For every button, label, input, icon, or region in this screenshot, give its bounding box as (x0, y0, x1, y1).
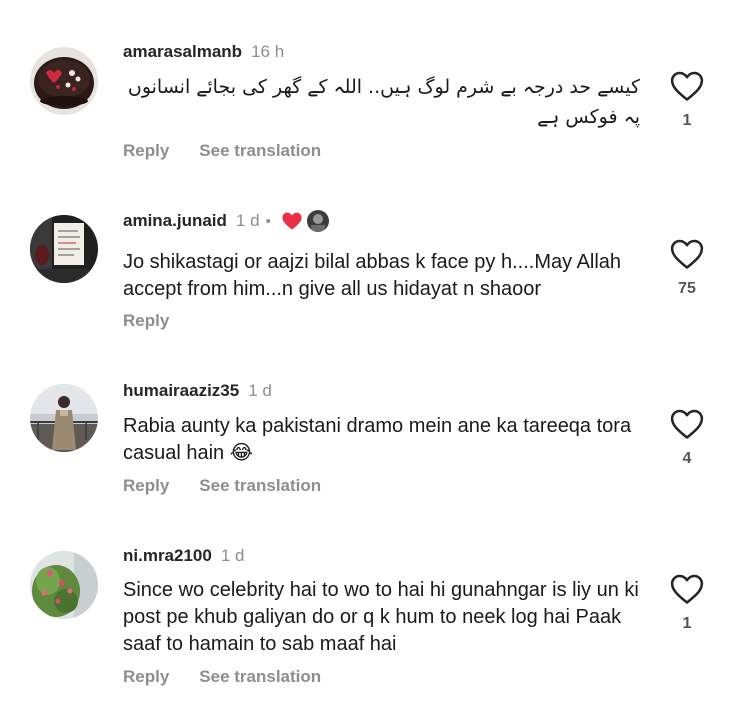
woman-standing-photo-avatar (30, 384, 98, 452)
comment-meta: humairaaziz35 1 d (123, 380, 272, 402)
username[interactable]: amina.junaid (123, 211, 227, 231)
comment-actions: Reply See translation (123, 667, 321, 687)
comment-meta: amarasalmanb 16 h (123, 41, 284, 63)
see-translation-button[interactable]: See translation (199, 141, 321, 161)
timestamp: 16 h (251, 42, 285, 61)
like-count: 75 (678, 280, 696, 297)
timestamp: 1 d (220, 546, 245, 565)
comment-actions: Reply (123, 311, 169, 331)
comment-text: Rabia aunty ka pakistani dramo mein ane … (123, 415, 632, 464)
avatar[interactable] (30, 384, 98, 452)
comment-actions: Reply See translation (123, 141, 321, 161)
comment-actions: Reply See translation (123, 476, 321, 496)
see-translation-button[interactable]: See translation (199, 667, 321, 687)
username[interactable]: amarasalmanb (123, 42, 242, 62)
comments-list: amarasalmanb 16 h کیسے حد درجہ بے شرم لو… (0, 0, 740, 725)
username[interactable]: humairaaziz35 (123, 381, 239, 401)
reply-button[interactable]: Reply (123, 141, 169, 161)
heart-outline-icon[interactable] (670, 238, 704, 270)
like-count: 1 (682, 615, 692, 632)
heart-outline-icon[interactable] (670, 408, 704, 440)
comment-meta: ni.mra2100 1 d (123, 545, 244, 567)
avatar[interactable] (30, 215, 98, 283)
heart-outline-icon[interactable] (670, 70, 704, 102)
reply-button[interactable]: Reply (123, 667, 169, 687)
timestamp: 1 d (248, 381, 272, 400)
cake-photo-avatar (30, 47, 98, 115)
comment-text: Since wo celebrity hai to wo to hai hi g… (123, 579, 639, 655)
red-heart-icon (281, 211, 303, 231)
like-count: 4 (682, 450, 692, 467)
heart-outline-icon[interactable] (670, 573, 704, 605)
avatar[interactable] (30, 47, 98, 115)
separator-dot: • (265, 212, 271, 230)
avatar[interactable] (30, 551, 98, 619)
like-control: 75 (668, 238, 706, 298)
timestamp: 1 d (235, 211, 260, 230)
handwritten-sign-photo-avatar (30, 215, 98, 283)
like-control: 1 (668, 70, 706, 130)
like-control: 1 (668, 573, 706, 633)
like-control: 4 (668, 408, 706, 468)
reply-button[interactable]: Reply (123, 476, 169, 496)
see-translation-button[interactable]: See translation (199, 476, 321, 496)
reply-button[interactable]: Reply (123, 311, 169, 331)
username[interactable]: ni.mra2100 (123, 546, 212, 566)
comment-text: کیسے حد درجہ بے شرم لوگ ہیں.. اللہ کے گھ… (127, 76, 640, 128)
author-avatar-icon (306, 210, 329, 232)
like-count: 1 (682, 112, 692, 129)
comment-meta: amina.junaid 1 d • (123, 210, 329, 232)
comment-text: Jo shikastagi or aajzi bilal abbas k fac… (123, 251, 622, 300)
flowers-photo-avatar (30, 551, 98, 619)
